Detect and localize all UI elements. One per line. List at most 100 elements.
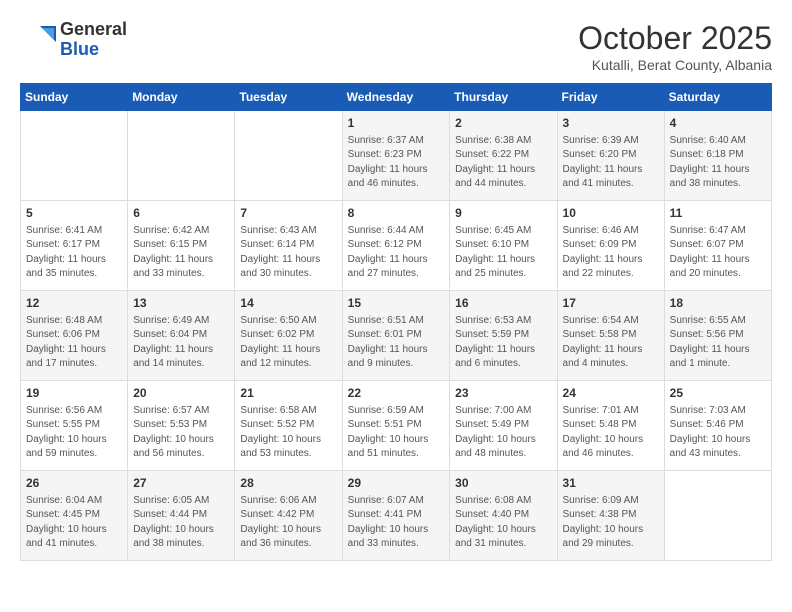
calendar-cell: 11 Sunrise: 6:47 AMSunset: 6:07 PMDayligh… <box>664 201 771 291</box>
day-number: 9 <box>455 205 551 222</box>
day-info: Sunrise: 6:42 AMSunset: 6:15 PMDaylight:… <box>133 224 229 282</box>
calendar-week-1: 1 Sunrise: 6:37 AMSunset: 6:23 PMDaylight… <box>21 111 772 201</box>
day-number: 10 <box>563 205 659 222</box>
day-number: 18 <box>670 295 766 312</box>
calendar-cell: 13 Sunrise: 6:49 AMSunset: 6:04 PMDayligh… <box>128 291 235 381</box>
day-number: 29 <box>348 475 445 492</box>
calendar-cell: 1 Sunrise: 6:37 AMSunset: 6:23 PMDaylight… <box>342 111 450 201</box>
weekday-header-tuesday: Tuesday <box>235 84 342 111</box>
day-number: 26 <box>26 475 122 492</box>
weekday-header-monday: Monday <box>128 84 235 111</box>
day-info: Sunrise: 6:07 AMSunset: 4:41 PMDaylight:… <box>348 494 445 552</box>
day-number: 17 <box>563 295 659 312</box>
logo-general-text: General <box>60 20 127 40</box>
day-info: Sunrise: 6:37 AMSunset: 6:23 PMDaylight:… <box>348 134 445 192</box>
day-number: 19 <box>26 385 122 402</box>
day-info: Sunrise: 6:49 AMSunset: 6:04 PMDaylight:… <box>133 314 229 372</box>
calendar-cell: 25 Sunrise: 7:03 AMSunset: 5:46 PMDayligh… <box>664 381 771 471</box>
calendar-cell: 3 Sunrise: 6:39 AMSunset: 6:20 PMDaylight… <box>557 111 664 201</box>
calendar-week-5: 26 Sunrise: 6:04 AMSunset: 4:45 PMDayligh… <box>21 471 772 561</box>
day-number: 11 <box>670 205 766 222</box>
day-number: 27 <box>133 475 229 492</box>
day-info: Sunrise: 6:39 AMSunset: 6:20 PMDaylight:… <box>563 134 659 192</box>
calendar-cell: 31 Sunrise: 6:09 AMSunset: 4:38 PMDayligh… <box>557 471 664 561</box>
calendar-cell: 21 Sunrise: 6:58 AMSunset: 5:52 PMDayligh… <box>235 381 342 471</box>
calendar-cell: 19 Sunrise: 6:56 AMSunset: 5:55 PMDayligh… <box>21 381 128 471</box>
day-info: Sunrise: 6:04 AMSunset: 4:45 PMDaylight:… <box>26 494 122 552</box>
day-info: Sunrise: 6:58 AMSunset: 5:52 PMDaylight:… <box>240 404 336 462</box>
day-number: 2 <box>455 115 551 132</box>
calendar-week-2: 5Sunrise: 6:41 AMSunset: 6:17 PMDaylight… <box>21 201 772 291</box>
day-number: 28 <box>240 475 336 492</box>
day-number: 15 <box>348 295 445 312</box>
calendar-cell: 28 Sunrise: 6:06 AMSunset: 4:42 PMDayligh… <box>235 471 342 561</box>
day-info: Sunrise: 6:59 AMSunset: 5:51 PMDaylight:… <box>348 404 445 462</box>
calendar-cell <box>21 111 128 201</box>
calendar-cell: 18 Sunrise: 6:55 AMSunset: 5:56 PMDayligh… <box>664 291 771 381</box>
calendar-table: SundayMondayTuesdayWednesdayThursdayFrid… <box>20 83 772 561</box>
calendar-cell: 22 Sunrise: 6:59 AMSunset: 5:51 PMDayligh… <box>342 381 450 471</box>
day-number: 25 <box>670 385 766 402</box>
calendar-cell: 23Sunrise: 7:00 AMSunset: 5:49 PMDayligh… <box>450 381 557 471</box>
day-info: Sunrise: 6:50 AMSunset: 6:02 PMDaylight:… <box>240 314 336 372</box>
month-title: October 2025 <box>578 20 772 57</box>
calendar-cell: 8 Sunrise: 6:44 AMSunset: 6:12 PMDaylight… <box>342 201 450 291</box>
calendar-cell: 30Sunrise: 6:08 AMSunset: 4:40 PMDayligh… <box>450 471 557 561</box>
calendar-cell: 9 Sunrise: 6:45 AMSunset: 6:10 PMDaylight… <box>450 201 557 291</box>
day-number: 12 <box>26 295 122 312</box>
day-info: Sunrise: 6:08 AMSunset: 4:40 PMDaylight:… <box>455 494 551 552</box>
day-number: 14 <box>240 295 336 312</box>
location-text: Kutalli, Berat County, Albania <box>578 57 772 73</box>
calendar-cell: 17Sunrise: 6:54 AMSunset: 5:58 PMDayligh… <box>557 291 664 381</box>
day-info: Sunrise: 6:06 AMSunset: 4:42 PMDaylight:… <box>240 494 336 552</box>
day-number: 4 <box>670 115 766 132</box>
day-info: Sunrise: 6:44 AMSunset: 6:12 PMDaylight:… <box>348 224 445 282</box>
day-info: Sunrise: 6:45 AMSunset: 6:10 PMDaylight:… <box>455 224 551 282</box>
day-info: Sunrise: 6:38 AMSunset: 6:22 PMDaylight:… <box>455 134 551 192</box>
page-header: General Blue October 2025 Kutalli, Berat… <box>20 20 772 73</box>
calendar-cell: 26 Sunrise: 6:04 AMSunset: 4:45 PMDayligh… <box>21 471 128 561</box>
day-info: Sunrise: 6:40 AMSunset: 6:18 PMDaylight:… <box>670 134 766 192</box>
day-info: Sunrise: 6:05 AMSunset: 4:44 PMDaylight:… <box>133 494 229 552</box>
day-info: Sunrise: 6:55 AMSunset: 5:56 PMDaylight:… <box>670 314 766 372</box>
day-info: Sunrise: 6:56 AMSunset: 5:55 PMDaylight:… <box>26 404 122 462</box>
calendar-week-4: 19 Sunrise: 6:56 AMSunset: 5:55 PMDayligh… <box>21 381 772 471</box>
calendar-week-3: 12 Sunrise: 6:48 AMSunset: 6:06 PMDayligh… <box>21 291 772 381</box>
day-info: Sunrise: 6:09 AMSunset: 4:38 PMDaylight:… <box>563 494 659 552</box>
day-info: Sunrise: 7:00 AMSunset: 5:49 PMDaylight:… <box>455 404 551 462</box>
day-info: Sunrise: 6:48 AMSunset: 6:06 PMDaylight:… <box>26 314 122 372</box>
calendar-header-row: SundayMondayTuesdayWednesdayThursdayFrid… <box>21 84 772 111</box>
day-number: 7 <box>240 205 336 222</box>
logo: General Blue <box>20 20 127 60</box>
calendar-cell: 10 Sunrise: 6:46 AMSunset: 6:09 PMDayligh… <box>557 201 664 291</box>
day-number: 6 <box>133 205 229 222</box>
weekday-header-saturday: Saturday <box>664 84 771 111</box>
day-info: Sunrise: 6:47 AMSunset: 6:07 PMDaylight:… <box>670 224 766 282</box>
weekday-header-wednesday: Wednesday <box>342 84 450 111</box>
calendar-cell: 16 Sunrise: 6:53 AMSunset: 5:59 PMDayligh… <box>450 291 557 381</box>
day-number: 20 <box>133 385 229 402</box>
day-number: 16 <box>455 295 551 312</box>
day-info: Sunrise: 7:03 AMSunset: 5:46 PMDaylight:… <box>670 404 766 462</box>
day-info: Sunrise: 6:53 AMSunset: 5:59 PMDaylight:… <box>455 314 551 372</box>
day-number: 8 <box>348 205 445 222</box>
logo-blue-text: Blue <box>60 40 127 60</box>
calendar-cell: 20 Sunrise: 6:57 AMSunset: 5:53 PMDayligh… <box>128 381 235 471</box>
day-number: 13 <box>133 295 229 312</box>
day-number: 31 <box>563 475 659 492</box>
logo-icon <box>20 22 56 58</box>
day-number: 24 <box>563 385 659 402</box>
day-number: 1 <box>348 115 445 132</box>
calendar-cell: 15Sunrise: 6:51 AMSunset: 6:01 PMDayligh… <box>342 291 450 381</box>
calendar-cell: 14 Sunrise: 6:50 AMSunset: 6:02 PMDayligh… <box>235 291 342 381</box>
day-number: 22 <box>348 385 445 402</box>
calendar-cell <box>128 111 235 201</box>
day-info: Sunrise: 6:46 AMSunset: 6:09 PMDaylight:… <box>563 224 659 282</box>
weekday-header-thursday: Thursday <box>450 84 557 111</box>
day-info: Sunrise: 6:41 AMSunset: 6:17 PMDaylight:… <box>26 224 122 282</box>
calendar-cell: 7Sunrise: 6:43 AMSunset: 6:14 PMDaylight… <box>235 201 342 291</box>
day-number: 21 <box>240 385 336 402</box>
calendar-cell: 4 Sunrise: 6:40 AMSunset: 6:18 PMDaylight… <box>664 111 771 201</box>
day-info: Sunrise: 6:57 AMSunset: 5:53 PMDaylight:… <box>133 404 229 462</box>
day-number: 3 <box>563 115 659 132</box>
